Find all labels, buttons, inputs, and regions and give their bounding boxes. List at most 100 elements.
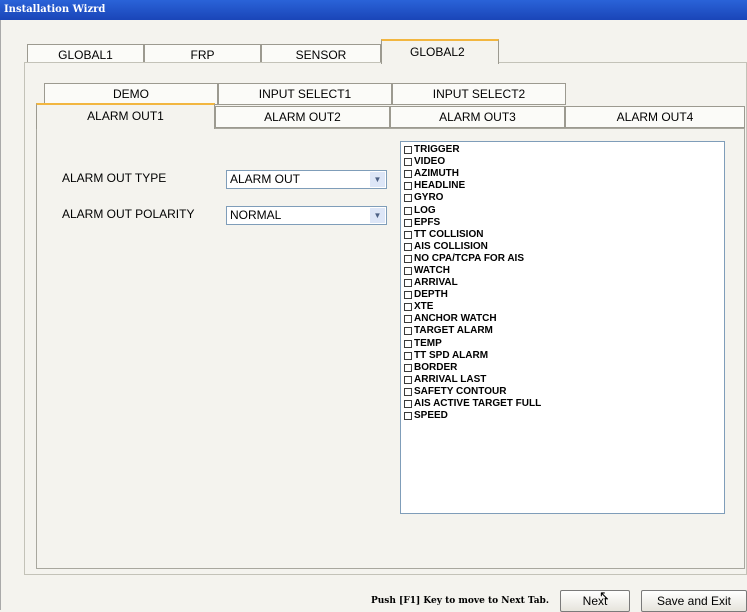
window-title: Installation Wizrd [0, 0, 747, 20]
item-label: BORDER [414, 361, 458, 373]
tab-label: FRP [190, 48, 215, 62]
tab-label: INPUT SELECT1 [258, 87, 352, 101]
item-label: ARRIVAL LAST [414, 373, 487, 385]
tab-label: ALARM OUT2 [264, 110, 341, 124]
tab-alarm-out1[interactable]: ALARM OUT1 [36, 103, 215, 129]
list-item[interactable]: AZIMUTH [404, 168, 724, 180]
item-label: TRIGGER [414, 144, 460, 156]
checkbox[interactable] [404, 339, 412, 348]
list-item[interactable]: ANCHOR WATCH [404, 313, 724, 325]
list-item[interactable]: VIDEO [404, 156, 724, 168]
list-item[interactable]: EPFS [404, 217, 724, 229]
list-item[interactable]: ARRIVAL [404, 277, 724, 289]
list-item[interactable]: AIS ACTIVE TARGET FULL [404, 398, 724, 410]
chevron-down-icon[interactable]: ▼ [370, 208, 385, 223]
item-label: ARRIVAL [414, 277, 458, 289]
list-item[interactable]: TT SPD ALARM [404, 350, 724, 362]
checkbox[interactable] [404, 400, 412, 409]
item-label: LOG [414, 204, 436, 216]
checkbox[interactable] [404, 242, 412, 251]
list-item[interactable]: BORDER [404, 362, 724, 374]
tab-label: ALARM OUT4 [616, 110, 694, 124]
list-item[interactable]: TRIGGER [404, 144, 724, 156]
item-label: TARGET ALARM [414, 325, 493, 337]
checkbox[interactable] [404, 170, 412, 179]
list-item[interactable]: SPEED [404, 410, 724, 422]
checkbox[interactable] [404, 363, 412, 372]
item-label: TEMP [414, 337, 442, 349]
checkbox[interactable] [404, 194, 412, 203]
checkbox[interactable] [404, 327, 412, 336]
checkbox[interactable] [404, 279, 412, 288]
f1-hint-text: Push [F1] Key to move to Next Tab. [371, 596, 549, 606]
tab-label: DEMO [113, 87, 149, 101]
tab-input-select2[interactable]: INPUT SELECT2 [392, 83, 566, 105]
list-item[interactable]: ARRIVAL LAST [404, 374, 724, 386]
list-item[interactable]: NO CPA/TCPA FOR AIS [404, 253, 724, 265]
checkbox[interactable] [404, 254, 412, 263]
checkbox[interactable] [404, 412, 412, 421]
checkbox[interactable] [404, 315, 412, 324]
tab-global2[interactable]: GLOBAL2 [381, 39, 499, 64]
tab-alarm-out3[interactable]: ALARM OUT3 [390, 106, 565, 128]
list-item[interactable]: XTE [404, 301, 724, 313]
item-label: SPEED [414, 410, 448, 422]
checkbox[interactable] [404, 218, 412, 227]
alarm-checkbox-list[interactable]: TRIGGER VIDEO AZIMUTH HEADLINE GYRO LOG … [400, 141, 725, 514]
item-label: XTE [414, 301, 434, 313]
checkbox[interactable] [404, 303, 412, 312]
item-label: VIDEO [414, 156, 446, 168]
checkbox[interactable] [404, 375, 412, 384]
checkbox[interactable] [404, 230, 412, 239]
tab-label: GLOBAL1 [58, 48, 113, 62]
item-label: ANCHOR WATCH [414, 313, 497, 325]
item-label: NO CPA/TCPA FOR AIS [414, 252, 524, 264]
alarm-out-type-select[interactable]: ALARM OUT ▼ [226, 170, 387, 189]
list-item[interactable]: GYRO [404, 192, 724, 204]
item-label: WATCH [414, 264, 450, 276]
alarm-out-polarity-label: ALARM OUT POLARITY [62, 207, 195, 221]
tab-label: GLOBAL2 [410, 45, 465, 59]
checkbox[interactable] [404, 182, 412, 191]
list-item[interactable]: TARGET ALARM [404, 325, 724, 337]
item-label: GYRO [414, 192, 444, 204]
item-label: TT SPD ALARM [414, 349, 489, 361]
tab-alarm-out2[interactable]: ALARM OUT2 [215, 106, 390, 128]
checkbox[interactable] [404, 146, 412, 155]
tab-input-select1[interactable]: INPUT SELECT1 [218, 83, 392, 105]
alarm-out-polarity-value: NORMAL [230, 208, 282, 222]
item-label: HEADLINE [414, 180, 466, 192]
alarm-out-polarity-select[interactable]: NORMAL ▼ [226, 206, 387, 225]
item-label: AIS ACTIVE TARGET FULL [414, 398, 542, 410]
item-label: TT COLLISION [414, 228, 484, 240]
list-item[interactable]: WATCH [404, 265, 724, 277]
list-item[interactable]: AIS COLLISION [404, 241, 724, 253]
list-item[interactable]: LOG [404, 204, 724, 216]
item-label: EPFS [414, 216, 441, 228]
list-item[interactable]: TT COLLISION [404, 229, 724, 241]
checkbox[interactable] [404, 158, 412, 167]
chevron-down-icon[interactable]: ▼ [370, 172, 385, 187]
list-item[interactable]: HEADLINE [404, 180, 724, 192]
list-item[interactable]: TEMP [404, 338, 724, 350]
tab-label: INPUT SELECT2 [432, 87, 526, 101]
checkbox[interactable] [404, 387, 412, 396]
checkbox[interactable] [404, 266, 412, 275]
list-item[interactable]: DEPTH [404, 289, 724, 301]
item-label: DEPTH [414, 289, 448, 301]
item-label: AZIMUTH [414, 168, 459, 180]
item-label: AIS COLLISION [414, 240, 488, 252]
checkbox[interactable] [404, 291, 412, 300]
tab-label: ALARM OUT3 [439, 110, 516, 124]
item-label: SAFETY CONTOUR [414, 385, 507, 397]
alarm-out-type-value: ALARM OUT [230, 172, 301, 186]
tab-demo[interactable]: DEMO [44, 83, 218, 105]
mouse-cursor-icon: ↖ [599, 588, 610, 603]
alarm-out-type-label: ALARM OUT TYPE [62, 171, 167, 185]
checkbox[interactable] [404, 351, 412, 360]
checkbox[interactable] [404, 206, 412, 215]
tab-alarm-out4[interactable]: ALARM OUT4 [565, 106, 745, 128]
list-item[interactable]: SAFETY CONTOUR [404, 386, 724, 398]
next-button[interactable]: Next [560, 590, 630, 612]
save-and-exit-button[interactable]: Save and Exit [641, 590, 747, 612]
